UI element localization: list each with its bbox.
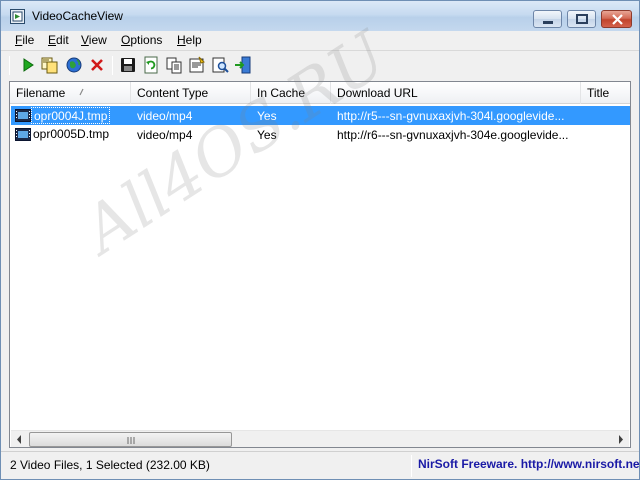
column-header-in-cache[interactable]: In Cache: [251, 82, 331, 104]
menu-help[interactable]: Help: [177, 33, 202, 47]
column-header-content-type[interactable]: Content Type: [131, 82, 251, 104]
status-summary: 2 Video Files, 1 Selected (232.00 KB): [10, 458, 210, 472]
menu-view[interactable]: View: [81, 33, 107, 47]
sort-indicator-icon: [79, 88, 84, 96]
status-separator: [411, 455, 412, 477]
menu-bar: File Edit View Options Help: [1, 31, 639, 51]
download-url-cell: http://r5---sn-gvnuxaxjvh-304l.googlevid…: [337, 109, 565, 123]
nirsoft-link[interactable]: NirSoft Freeware. http://www.nirsoft.net: [418, 457, 639, 471]
window-title: VideoCacheView: [32, 9, 123, 23]
minimize-button[interactable]: [533, 10, 562, 28]
properties-icon[interactable]: [188, 56, 206, 74]
scroll-right-button[interactable]: [612, 431, 629, 447]
delete-icon[interactable]: [88, 56, 106, 74]
in-cache-cell: Yes: [257, 128, 277, 142]
refresh-icon[interactable]: [142, 56, 160, 74]
app-icon: [10, 9, 25, 24]
toolbar: [1, 52, 639, 79]
arrow-left-icon: [17, 435, 21, 444]
content-type-cell: video/mp4: [137, 128, 193, 142]
app-window: VideoCacheView File Edit View Options He…: [0, 0, 640, 480]
find-icon[interactable]: [211, 56, 229, 74]
in-cache-cell: Yes: [257, 109, 277, 123]
file-list[interactable]: Filename Content Type In Cache Download …: [9, 81, 631, 448]
grip-icon: [127, 437, 135, 444]
list-header: Filename Content Type In Cache Download …: [10, 82, 630, 104]
scrollbar-thumb[interactable]: [29, 432, 232, 447]
filename-cell: opr0004J.tmp: [34, 109, 108, 123]
menu-options[interactable]: Options: [121, 33, 162, 47]
globe-icon[interactable]: [65, 56, 83, 74]
table-row[interactable]: opr0004J.tmp video/mp4 Yes http://r5---s…: [11, 106, 630, 125]
play-icon[interactable]: [19, 56, 37, 74]
video-file-icon: [15, 109, 31, 122]
toolbar-separator: [9, 56, 10, 75]
toolbar-separator: [112, 56, 113, 75]
copy-files-icon[interactable]: [41, 56, 59, 74]
filename-cell-box: opr0005D.tmp: [31, 126, 111, 143]
download-url-cell: http://r6---sn-gvnuxaxjvh-304e.googlevid…: [337, 128, 569, 142]
horizontal-scrollbar[interactable]: [11, 430, 629, 447]
maximize-button[interactable]: [567, 10, 596, 28]
close-button[interactable]: [601, 10, 632, 28]
column-header-title[interactable]: Title: [581, 82, 630, 104]
video-file-icon: [15, 128, 31, 141]
minimize-icon: [543, 21, 553, 24]
exit-icon[interactable]: [234, 56, 252, 74]
column-header-filename[interactable]: Filename: [10, 82, 131, 104]
filename-cell: opr0005D.tmp: [33, 127, 110, 141]
table-row[interactable]: opr0005D.tmp video/mp4 Yes http://r6---s…: [11, 125, 630, 144]
close-icon: [612, 14, 623, 25]
scroll-left-button[interactable]: [11, 431, 28, 447]
content-type-cell: video/mp4: [137, 109, 193, 123]
filename-cell-focus: opr0004J.tmp: [31, 107, 111, 124]
maximize-icon: [576, 14, 588, 24]
menu-edit[interactable]: Edit: [48, 33, 69, 47]
arrow-right-icon: [619, 435, 623, 444]
save-icon[interactable]: [119, 56, 137, 74]
status-bar: 2 Video Files, 1 Selected (232.00 KB) Ni…: [1, 451, 639, 479]
copy-icon[interactable]: [165, 56, 183, 74]
column-header-download-url[interactable]: Download URL: [331, 82, 581, 104]
title-bar[interactable]: VideoCacheView: [1, 1, 639, 31]
menu-file[interactable]: File: [15, 33, 34, 47]
